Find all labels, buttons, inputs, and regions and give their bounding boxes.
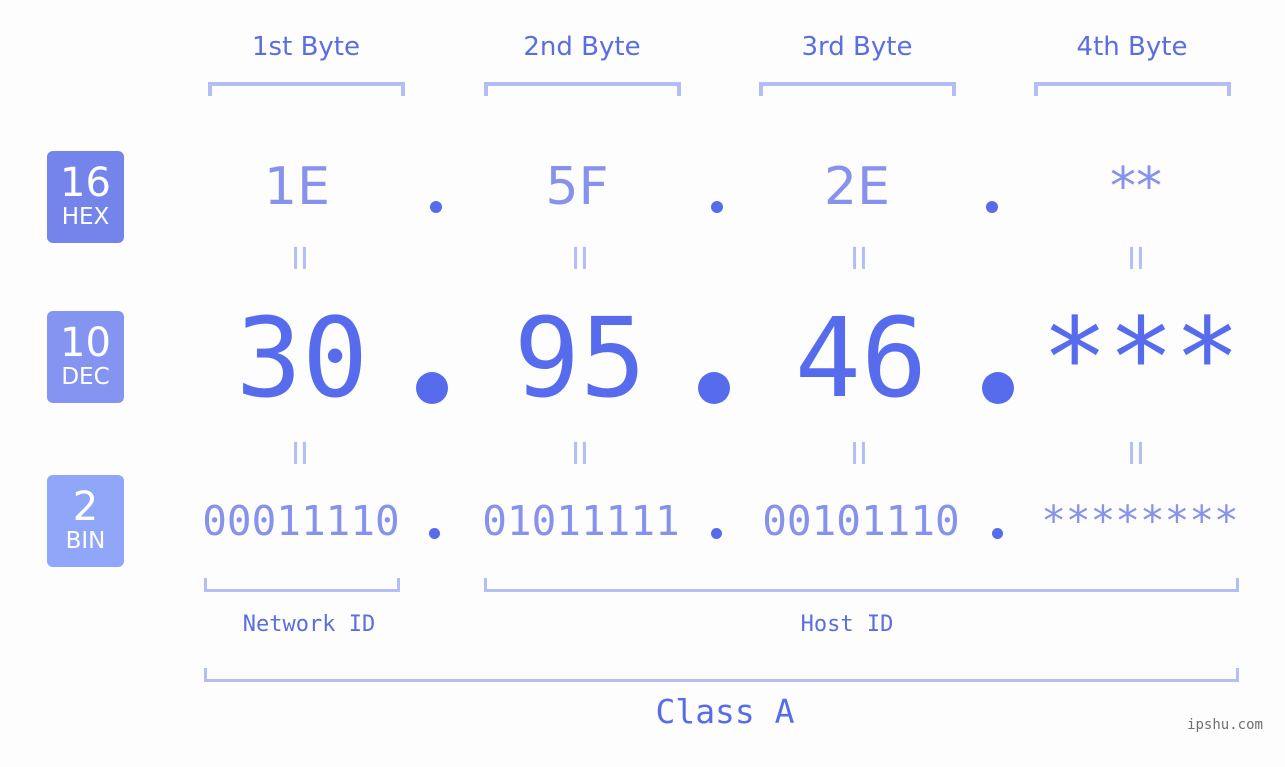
bin-value-4: ******** [1041,497,1239,545]
byte-header-4: 4th Byte [1076,32,1188,62]
dec-value-1: 30 [235,294,369,422]
dec-value-4: *** [1041,294,1241,422]
byte-header-1: 1st Byte [252,32,360,62]
byte-header-2: 2nd Byte [523,32,641,62]
equals-icon: II [1127,437,1145,472]
dec-separator-dot [698,372,730,404]
byte-bracket-1 [208,82,405,96]
class-bracket [204,668,1239,682]
equals-icon: II [1127,242,1145,277]
byte-bracket-3 [759,82,956,96]
dec-separator-dot [416,372,448,404]
hex-badge: 16 HEX [47,151,124,243]
hex-value-2: 5F [545,157,609,217]
dec-value-2: 95 [513,294,647,422]
bin-value-2: 01011111 [482,497,680,545]
network-id-bracket [204,578,400,592]
bin-separator-dot [992,528,1003,539]
equals-icon: II [571,242,589,277]
bin-value-3: 00101110 [762,497,960,545]
bin-badge-label: BIN [65,528,106,554]
watermark: ipshu.com [1187,717,1263,733]
hex-separator-dot [430,201,442,213]
class-label: Class A [655,692,795,731]
byte-header-3: 3rd Byte [801,32,913,62]
hex-value-3: 2E [824,157,890,217]
host-id-bracket [484,578,1239,592]
hex-badge-label: HEX [61,204,110,230]
bin-badge-number: 2 [72,484,99,530]
dec-badge: 10 DEC [47,311,124,403]
equals-icon: II [850,437,868,472]
equals-icon: II [291,437,309,472]
bin-separator-dot [711,528,722,539]
dec-badge-number: 10 [60,320,111,366]
bin-value-1: 00011110 [202,497,400,545]
bin-separator-dot [429,528,440,539]
hex-value-1: 1E [264,157,330,217]
dec-badge-label: DEC [61,364,110,390]
hex-value-4: ** [1110,157,1162,217]
equals-icon: II [571,437,589,472]
dec-value-3: 46 [794,294,928,422]
network-id-label: Network ID [242,612,376,637]
byte-bracket-2 [484,82,681,96]
hex-badge-number: 16 [60,160,111,206]
hex-separator-dot [986,201,998,213]
host-id-label: Host ID [800,612,894,637]
byte-bracket-4 [1034,82,1231,96]
equals-icon: II [850,242,868,277]
bin-badge: 2 BIN [47,475,124,567]
hex-separator-dot [711,201,723,213]
equals-icon: II [291,242,309,277]
dec-separator-dot [982,372,1014,404]
